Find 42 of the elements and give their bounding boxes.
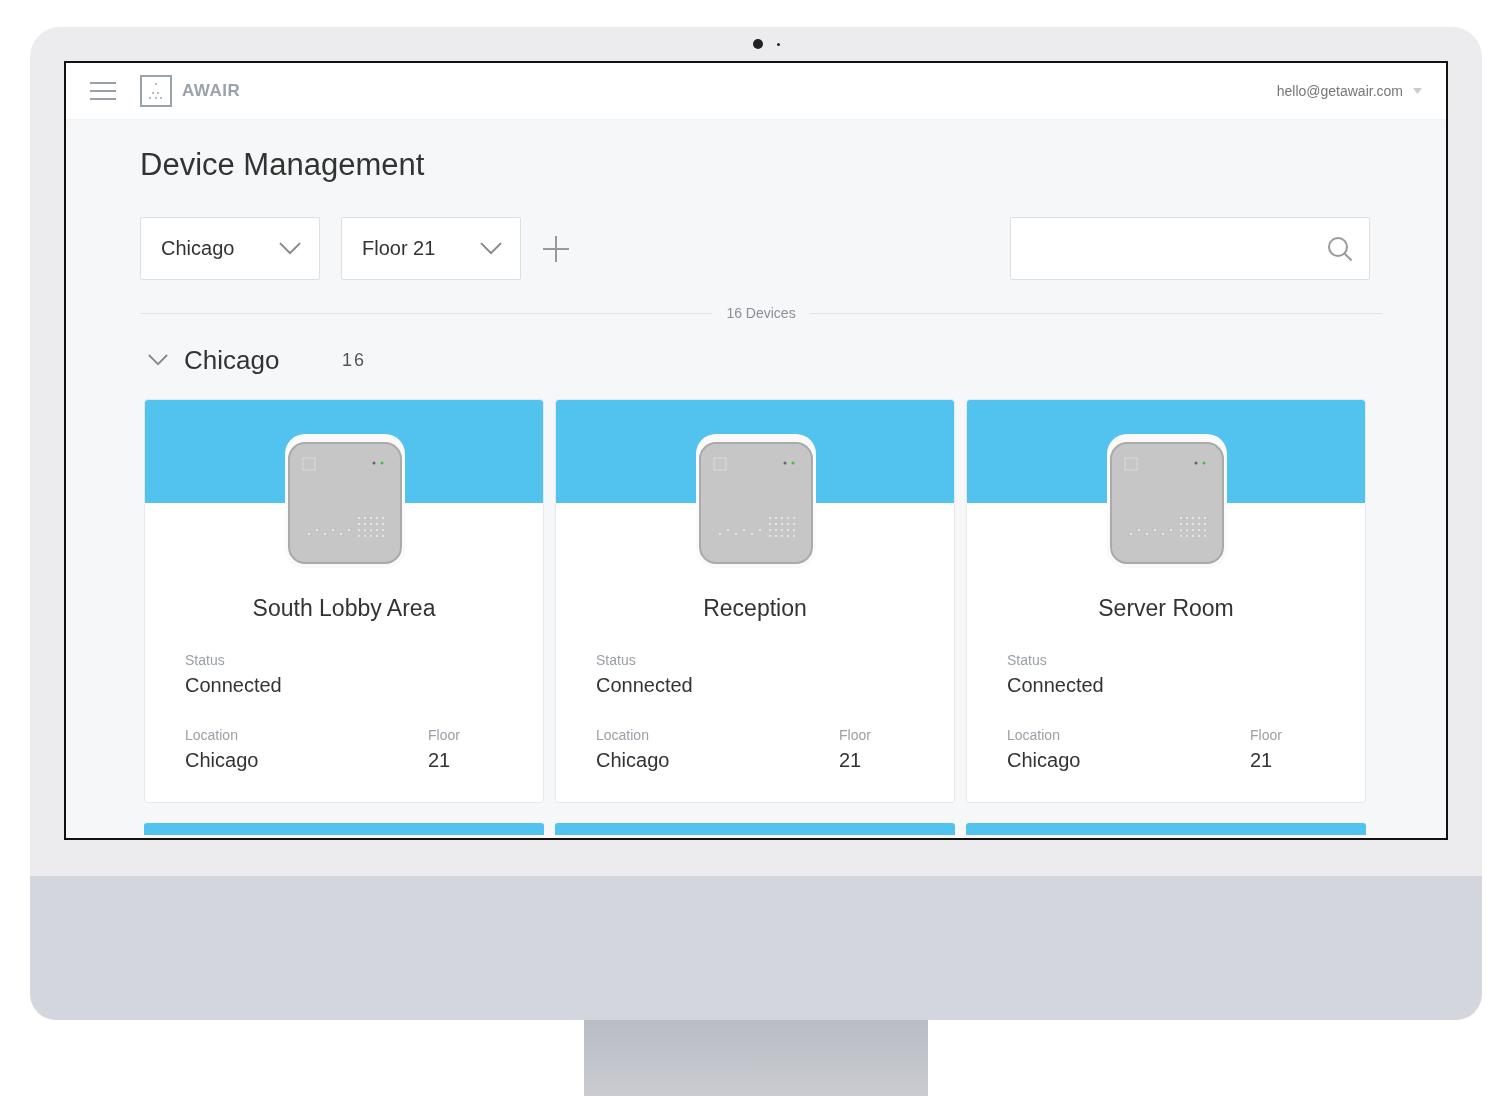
chevron-down-icon xyxy=(279,241,301,256)
field-label: Location xyxy=(596,727,650,743)
field-label: Floor xyxy=(1250,727,1283,743)
device-name: South Lobby Area xyxy=(251,595,437,622)
search-icon[interactable] xyxy=(1327,235,1353,262)
field-value: 21 xyxy=(428,749,452,772)
field-label: Status xyxy=(596,652,637,668)
menu-icon[interactable] xyxy=(90,82,116,100)
field-value: Chicago xyxy=(596,749,671,772)
field-value: Chicago xyxy=(185,749,260,772)
brand-name: AWAIR xyxy=(182,81,241,101)
field-label: Floor xyxy=(428,727,461,743)
chevron-down-icon xyxy=(480,241,502,256)
filter-dropdown[interactable]: Floor 21 xyxy=(341,217,521,280)
add-button[interactable] xyxy=(542,234,570,263)
camera-dot xyxy=(752,39,763,49)
device-card[interactable]: South Lobby Area Status Connected Location Chicago Floor 21 xyxy=(144,399,544,803)
device-name: Reception xyxy=(702,595,808,622)
filter-dropdown[interactable]: Chicago xyxy=(140,217,320,280)
field-label: Floor xyxy=(839,727,872,743)
search-field[interactable] xyxy=(1010,217,1370,280)
field-value: 21 xyxy=(839,749,863,772)
field-value: Connected xyxy=(1007,674,1105,697)
field-label: Status xyxy=(185,652,226,668)
logo-icon xyxy=(140,75,172,107)
account-email[interactable]: hello@getawair.com xyxy=(1276,83,1403,99)
device-card[interactable]: Server Room Status Connected Location Chicago Floor 21 xyxy=(966,399,1366,803)
field-value: Connected xyxy=(596,674,694,697)
field-value: 21 xyxy=(1250,749,1274,772)
sensor-dot xyxy=(776,42,780,46)
caret-icon[interactable] xyxy=(1413,88,1422,94)
field-value: Chicago xyxy=(1007,749,1082,772)
device-count: 16 Devices xyxy=(726,305,796,321)
field-label: Location xyxy=(1007,727,1061,743)
group-count: 16 xyxy=(342,349,367,371)
device-card[interactable]: Reception Status Connected Location Chicago Floor 21 xyxy=(555,399,955,803)
field-label: Status xyxy=(1007,652,1048,668)
group-name: Chicago xyxy=(184,344,281,376)
device-name: Server Room xyxy=(1097,595,1235,622)
page-title: Device Management xyxy=(140,147,426,183)
field-label: Location xyxy=(185,727,239,743)
field-value: Connected xyxy=(185,674,283,697)
